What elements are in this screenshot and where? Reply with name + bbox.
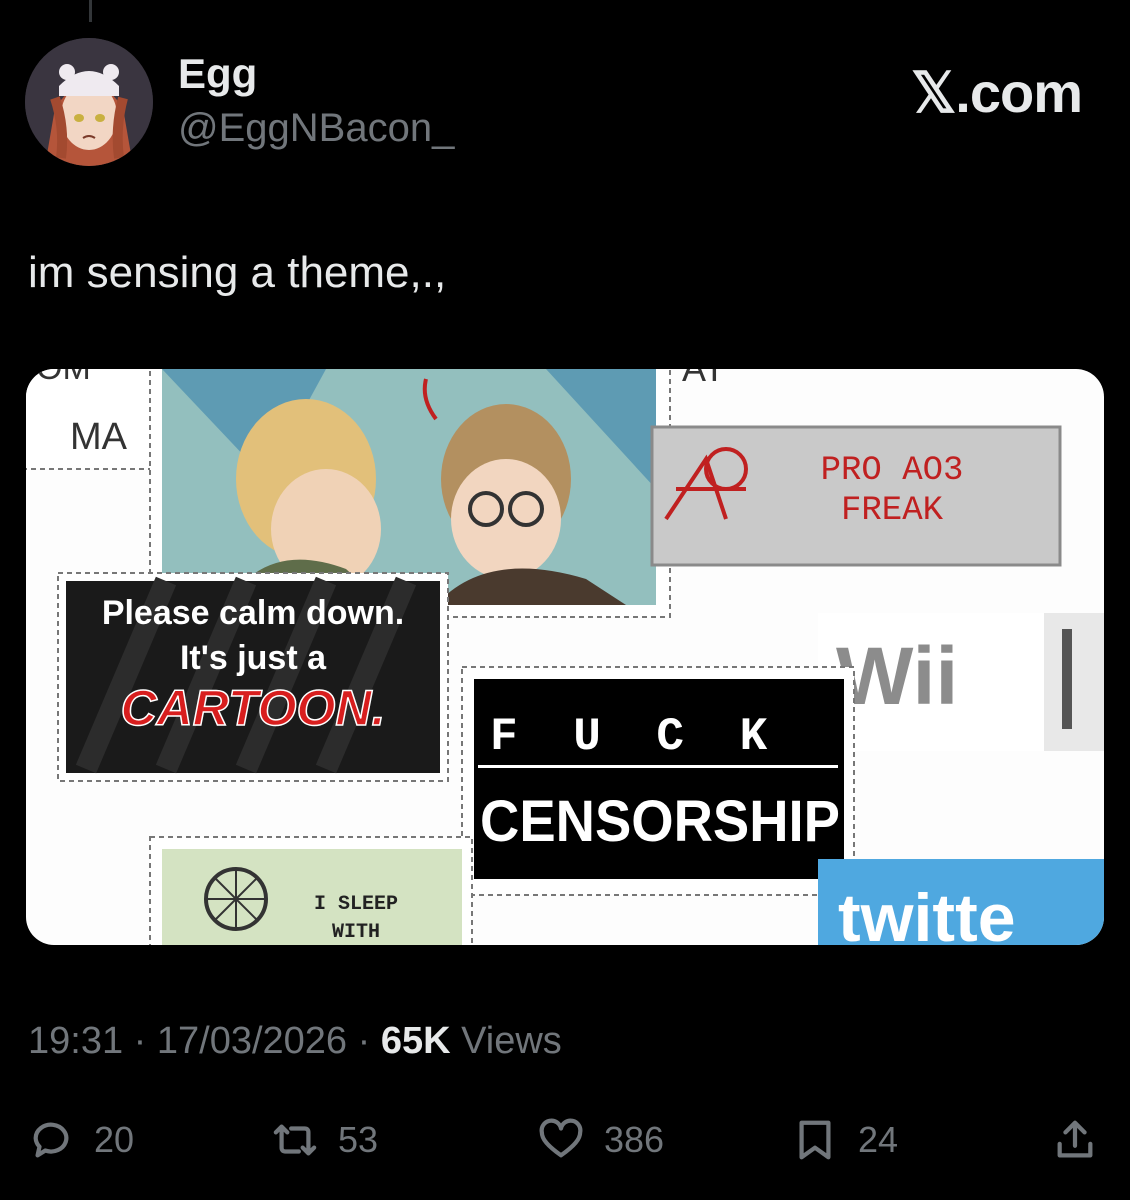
sleep-line-1: I SLEEP [314, 893, 398, 916]
calm-line-2: It's just a [180, 639, 327, 677]
views-count: 65K [380, 1020, 451, 1062]
stamp-collage: OM MA AT [26, 369, 1104, 945]
stamp-i-sleep-with: I SLEEP WITH [149, 836, 473, 945]
calm-line-1: Please calm down. [102, 594, 404, 632]
avatar[interactable] [25, 38, 153, 166]
reply-button[interactable]: 20 [28, 1110, 134, 1170]
stamp-pro-ao3-freak: PRO AO3 FREAK [650, 425, 1062, 567]
ao3-line-1: PRO AO3 [821, 452, 964, 490]
reply-count: 20 [94, 1119, 135, 1160]
stamp-fuck-censorship: F U C K CENSORSHIP [461, 666, 855, 896]
tweet-metadata: 19:31 · 17/03/2026 · 65K Views [28, 1020, 562, 1062]
repost-count: 53 [338, 1119, 379, 1160]
heart-icon [539, 1118, 583, 1158]
stamp-partial-top-left: OM MA [26, 369, 152, 470]
share-icon [1057, 1120, 1093, 1158]
author-name[interactable]: Egg [178, 50, 257, 98]
stamp-partial-text-ma: MA [70, 416, 128, 458]
ao3-line-2: FREAK [841, 492, 944, 530]
bookmark-icon [799, 1120, 831, 1160]
reply-icon [33, 1122, 69, 1158]
bookmark-count: 24 [858, 1119, 899, 1160]
avatar-image [25, 38, 153, 166]
calm-line-3: CARTOON. [121, 680, 386, 736]
fuck-text: F U C K [490, 711, 781, 763]
tweet-date[interactable]: 17/03/2026 [157, 1020, 347, 1062]
stamp-wii: Wii [818, 613, 1104, 751]
thread-connector-line [89, 0, 92, 22]
censorship-text: CENSORSHIP [480, 789, 840, 854]
like-button[interactable]: 386 [538, 1110, 664, 1170]
twitter-text: twitte [838, 880, 1016, 945]
sleep-line-2: WITH [332, 921, 380, 944]
tweet-media-image[interactable]: OM MA AT [26, 369, 1104, 945]
like-count: 386 [604, 1119, 665, 1160]
stamp-please-calm-down: Please calm down. It's just a CARTOON. [57, 572, 449, 782]
stamp-twitter: twitte [818, 859, 1104, 945]
views-label: Views [461, 1020, 562, 1062]
svg-text:OM: OM [36, 369, 91, 387]
repost-icon [273, 1124, 317, 1156]
action-bar: 20 53 386 24 [0, 1110, 1130, 1170]
author-handle[interactable]: @EggNBacon_ [178, 106, 454, 151]
x-com-logo: 𝕏.com [911, 61, 1083, 124]
stamp-partial-text-at: AT [682, 369, 725, 389]
repost-button[interactable]: 53 [272, 1110, 378, 1170]
share-button[interactable] [1052, 1110, 1098, 1170]
stamp-partial-top: AT [682, 369, 725, 389]
bookmark-button[interactable]: 24 [792, 1110, 898, 1170]
tweet-time[interactable]: 19:31 [28, 1020, 123, 1062]
tweet-text: im sensing a theme,., [28, 248, 447, 297]
